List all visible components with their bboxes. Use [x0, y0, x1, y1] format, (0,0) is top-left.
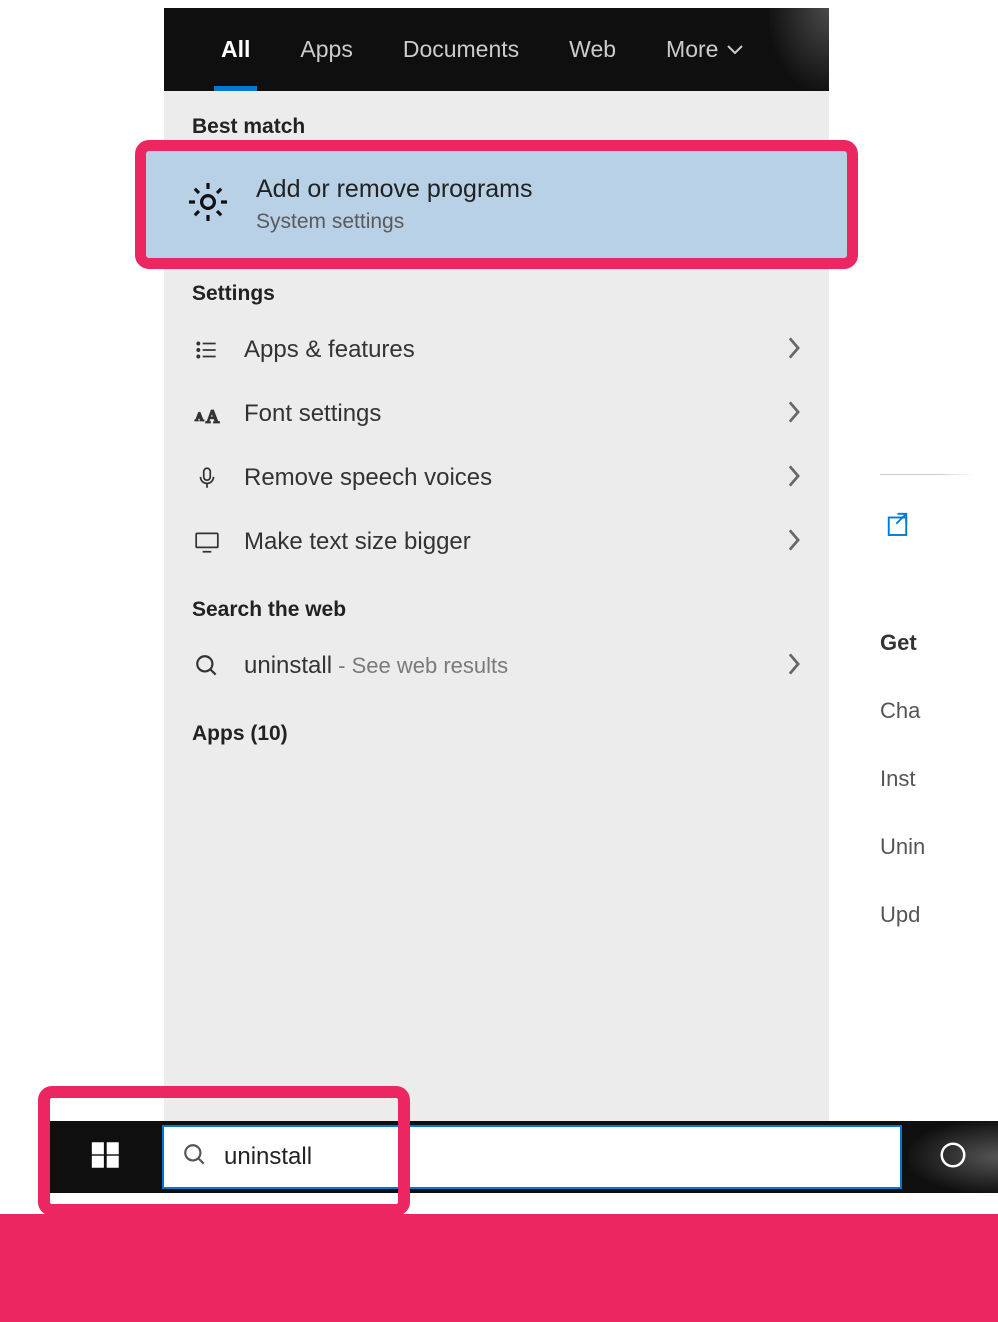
gear-icon: [184, 178, 232, 231]
chevron-right-icon: [787, 465, 801, 492]
settings-apps-features[interactable]: Apps & features: [164, 318, 829, 382]
best-match-result[interactable]: Add or remove programs System settings: [146, 151, 847, 258]
detail-frag-upd: Upd: [880, 902, 925, 928]
taskbar-search-box[interactable]: [162, 1125, 902, 1189]
display-icon: [192, 529, 222, 555]
section-search-web: Search the web: [164, 574, 829, 634]
chevron-right-icon: [787, 337, 801, 364]
settings-font-settings[interactable]: A A Font settings: [164, 382, 829, 446]
search-input[interactable]: [224, 1143, 882, 1171]
font-icon: A A: [192, 401, 222, 427]
tab-documents[interactable]: Documents: [378, 8, 544, 91]
settings-item-label: Font settings: [244, 400, 765, 428]
web-search-result[interactable]: uninstall - See web results: [164, 634, 829, 698]
section-settings: Settings: [164, 258, 829, 318]
settings-remove-speech-voices[interactable]: Remove speech voices: [164, 446, 829, 510]
share-icon[interactable]: [885, 510, 915, 545]
search-icon: [192, 653, 222, 679]
section-best-match: Best match: [164, 91, 829, 151]
tab-all[interactable]: All: [196, 8, 275, 91]
annotation-strip: [0, 1214, 998, 1322]
tab-more[interactable]: More: [641, 8, 768, 91]
detail-frag-unin: Unin: [880, 834, 925, 860]
web-search-term: uninstall: [244, 652, 332, 679]
detail-panel-partial: Get Cha Inst Unin Upd: [830, 0, 998, 1100]
web-search-suffix: - See web results: [332, 653, 508, 678]
list-icon: [192, 337, 222, 363]
best-match-subtitle: System settings: [256, 210, 533, 234]
chevron-right-icon: [787, 653, 801, 680]
search-icon: [182, 1142, 208, 1173]
svg-text:A: A: [206, 407, 220, 427]
cortana-button[interactable]: [908, 1121, 998, 1193]
detail-frag-inst: Inst: [880, 766, 925, 792]
search-results-panel: All Apps Documents Web More Best match A…: [164, 8, 829, 1123]
taskbar: [50, 1121, 998, 1193]
tab-apps[interactable]: Apps: [275, 8, 377, 91]
cortana-icon: [938, 1140, 968, 1175]
section-apps: Apps (10): [164, 698, 829, 758]
search-scope-tabs: All Apps Documents Web More: [164, 8, 829, 91]
settings-make-text-bigger[interactable]: Make text size bigger: [164, 510, 829, 574]
best-match-title: Add or remove programs: [256, 175, 533, 204]
tab-more-label: More: [666, 36, 718, 63]
settings-item-label: Remove speech voices: [244, 464, 765, 492]
web-search-label: uninstall - See web results: [244, 652, 765, 680]
detail-frag-cha: Cha: [880, 698, 925, 724]
windows-logo-icon: [89, 1138, 123, 1177]
chevron-down-icon: [727, 45, 743, 55]
chevron-right-icon: [787, 401, 801, 428]
svg-text:A: A: [195, 410, 204, 424]
settings-item-label: Apps & features: [244, 336, 765, 364]
detail-text-fragments: Get Cha Inst Unin Upd: [880, 630, 925, 928]
start-button[interactable]: [50, 1121, 162, 1193]
chevron-right-icon: [787, 529, 801, 556]
microphone-icon: [192, 465, 222, 491]
detail-frag-get: Get: [880, 630, 925, 656]
tab-web[interactable]: Web: [544, 8, 641, 91]
settings-item-label: Make text size bigger: [244, 528, 765, 556]
